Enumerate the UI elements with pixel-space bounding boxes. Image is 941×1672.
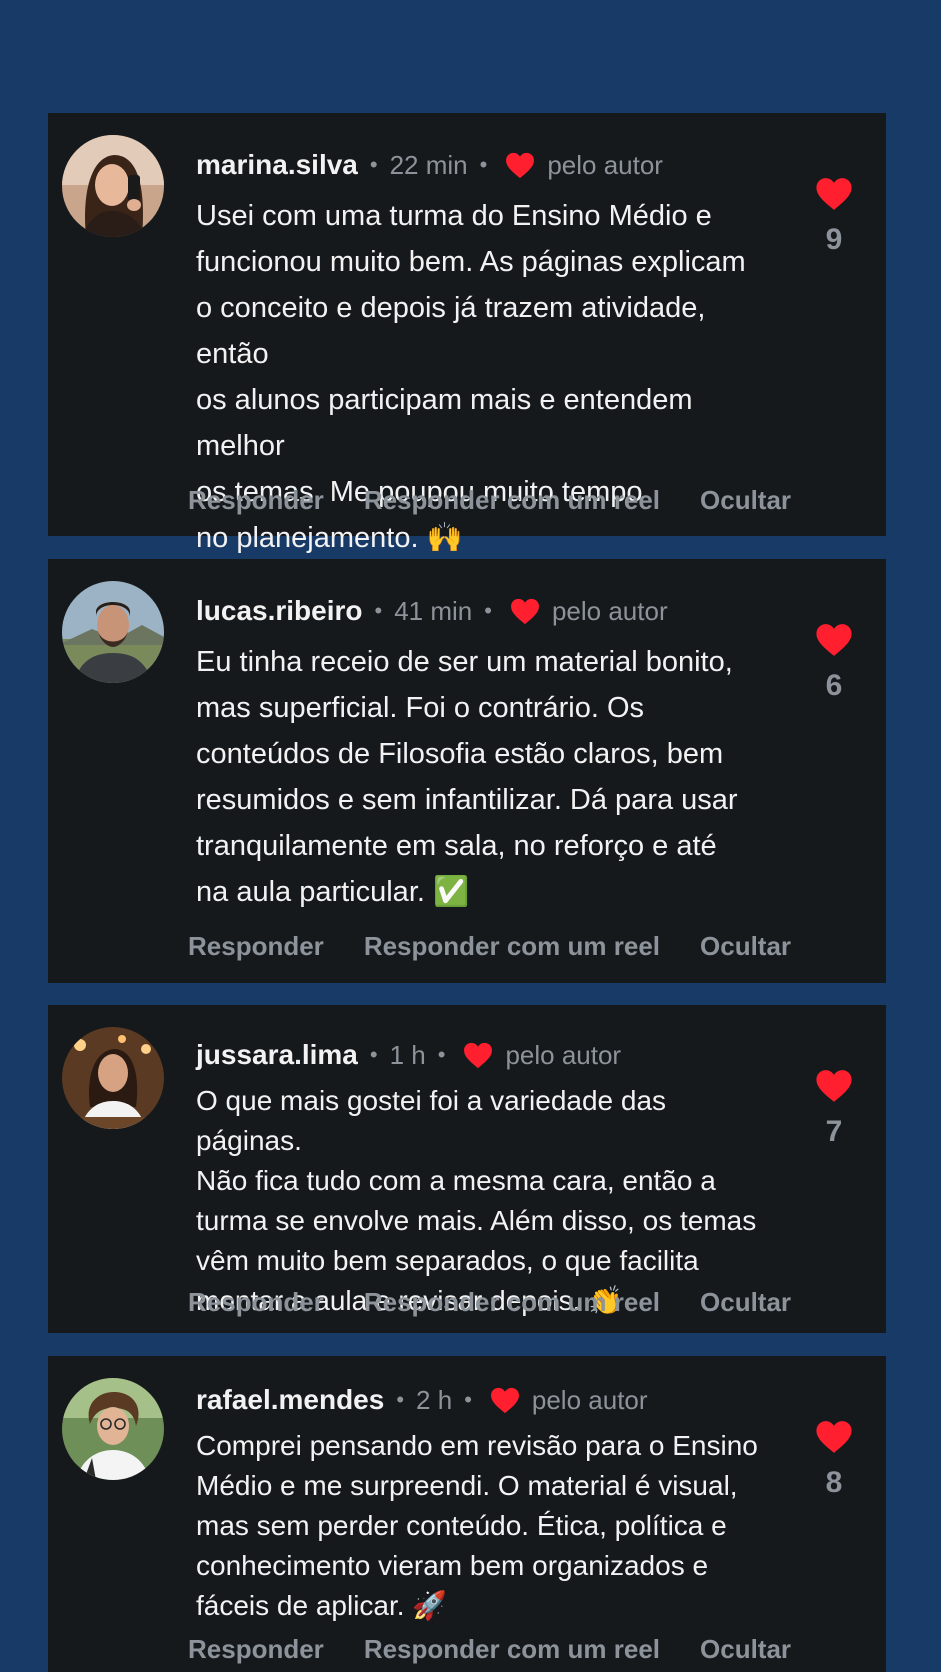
separator-dot: • (479, 152, 488, 177)
comment-text: O que mais gostei foi a variedade das pá… (196, 1085, 757, 1316)
reply-with-reel-button[interactable]: Responder com um reel (364, 1287, 660, 1318)
separator-dot: • (437, 1042, 446, 1067)
comment-card: marina.silva • 22 min • pelo autor Usei … (48, 113, 886, 554)
liked-by-author-label: pelo autor (531, 1384, 648, 1415)
heart-icon[interactable] (815, 1069, 853, 1103)
like-count: 9 (825, 223, 843, 256)
like-control: 8 (814, 1420, 854, 1500)
avatar[interactable] (62, 1027, 164, 1129)
reply-button[interactable]: Responder (188, 1634, 324, 1665)
liked-by-author-label: pelo autor (551, 595, 668, 626)
comment-header: rafael.mendes • 2 h • pelo autor (196, 1384, 648, 1416)
comment-header: jussara.lima • 1 h • pelo autor (196, 1039, 621, 1071)
reply-button[interactable]: Responder (188, 1287, 324, 1318)
comment-text: Comprei pensando em revisão para o Ensin… (196, 1430, 758, 1621)
heart-icon (510, 598, 540, 625)
comment-header: marina.silva • 22 min • pelo autor (196, 149, 663, 181)
separator-dot: • (374, 598, 383, 623)
reply-with-reel-button[interactable]: Responder com um reel (364, 1634, 660, 1665)
comment-actions: Responder Responder com um reel Ocultar (188, 485, 831, 516)
comment-card: lucas.ribeiro • 41 min • pelo autor Eu t… (48, 559, 886, 983)
hide-button[interactable]: Ocultar (700, 1634, 791, 1665)
hide-button[interactable]: Ocultar (700, 485, 791, 516)
heart-icon (490, 1387, 520, 1414)
like-control: 7 (814, 1069, 854, 1149)
username[interactable]: marina.silva (196, 149, 358, 181)
separator-dot: • (484, 598, 492, 623)
timestamp: 41 min (394, 595, 473, 626)
avatar[interactable] (62, 135, 164, 237)
like-count: 7 (825, 1115, 843, 1148)
reply-with-reel-button[interactable]: Responder com um reel (364, 485, 660, 516)
comment-actions: Responder Responder com um reel Ocultar (188, 1287, 831, 1318)
username[interactable]: jussara.lima (196, 1039, 358, 1071)
separator-dot: • (396, 1387, 405, 1412)
comment-actions: Responder Responder com um reel Ocultar (188, 931, 831, 962)
like-count: 6 (825, 669, 843, 702)
like-control: 6 (814, 623, 854, 703)
like-count: 8 (825, 1466, 843, 1499)
timestamp: 22 min (389, 149, 468, 180)
comment-card: rafael.mendes • 2 h • pelo autor Comprei… (48, 1356, 886, 1672)
reply-button[interactable]: Responder (188, 931, 324, 962)
timestamp: 1 h (389, 1039, 426, 1070)
hide-button[interactable]: Ocultar (700, 1287, 791, 1318)
separator-dot: • (369, 1042, 378, 1067)
hide-button[interactable]: Ocultar (700, 931, 791, 962)
reply-with-reel-button[interactable]: Responder com um reel (364, 931, 660, 962)
timestamp: 2 h (416, 1384, 453, 1415)
like-control: 9 (814, 177, 854, 257)
heart-icon[interactable] (815, 1420, 853, 1454)
username[interactable]: lucas.ribeiro (196, 595, 363, 627)
liked-by-author-label: pelo autor (505, 1039, 622, 1070)
avatar[interactable] (62, 581, 164, 683)
separator-dot: • (464, 1387, 472, 1412)
comment-header: lucas.ribeiro • 41 min • pelo autor (196, 595, 668, 627)
separator-dot: • (369, 152, 378, 177)
heart-icon (463, 1042, 493, 1069)
username[interactable]: rafael.mendes (196, 1384, 384, 1416)
comment-actions: Responder Responder com um reel Ocultar (188, 1634, 831, 1665)
heart-icon[interactable] (815, 177, 853, 211)
comment-card: jussara.lima • 1 h • pelo autor O que ma… (48, 1005, 886, 1333)
reply-button[interactable]: Responder (188, 485, 324, 516)
heart-icon (505, 152, 535, 179)
avatar[interactable] (62, 1378, 164, 1480)
comment-text: Eu tinha receio de ser um material bonit… (196, 646, 738, 908)
heart-icon[interactable] (815, 623, 853, 657)
liked-by-author-label: pelo autor (547, 149, 663, 180)
comments-feed: marina.silva • 22 min • pelo autor Usei … (0, 0, 941, 1672)
